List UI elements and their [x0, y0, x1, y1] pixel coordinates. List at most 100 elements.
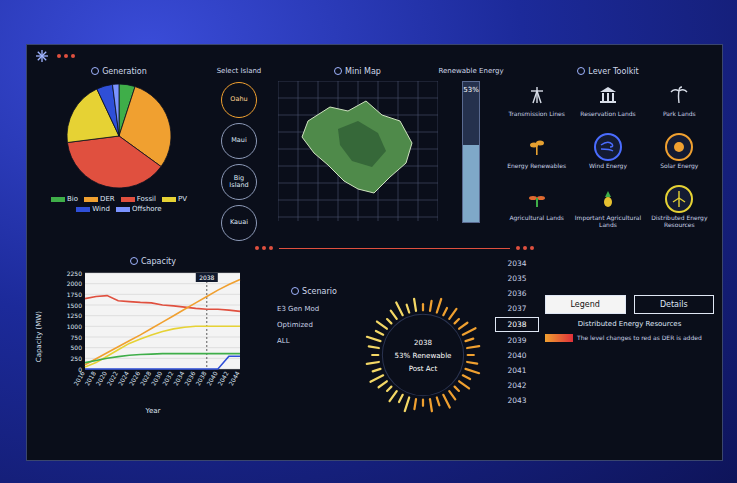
der-gradient — [545, 334, 573, 342]
series-line — [85, 279, 240, 364]
lever-ring — [594, 133, 622, 161]
lever-label: Important Agricultural Lands — [574, 215, 642, 229]
generation-legend: BioDERFossilPVWindOffshore — [35, 195, 203, 213]
y-tick: 1750 — [67, 291, 82, 298]
lever-item[interactable]: Transmission Lines — [502, 81, 571, 131]
dial-plan: Post Act — [409, 364, 438, 373]
lever-label: Agricultural Lands — [509, 215, 563, 222]
lever-item[interactable]: Important Agricultural Lands — [573, 185, 642, 235]
toggle-button[interactable]: Details — [634, 295, 715, 314]
y-tick: 2250 — [67, 270, 82, 277]
snowflake-icon — [35, 49, 49, 63]
island-select-panel: Select Island Oahu Maui Big Island Kauai — [211, 65, 267, 241]
renewable-reading: 53% — [463, 86, 479, 94]
pineapple-icon — [598, 189, 618, 209]
renewable-panel: Renewable Energy53% — [448, 65, 494, 241]
bottom-row: CapacityCapacity (MW)2250200017501500125… — [35, 255, 714, 454]
lever-label: Transmission Lines — [509, 111, 565, 118]
dial-ring[interactable]: 203853% RenewablePost Act — [360, 292, 486, 418]
y-tick: 1500 — [67, 302, 82, 309]
minimap-panel: Mini Map — [275, 65, 440, 241]
lever-label: Park Lands — [663, 111, 696, 118]
divider-dots — [255, 246, 273, 250]
capacity-plot: 2250200017501500125010007505002500201620… — [45, 267, 245, 407]
generation-panel: GenerationBioDERFossilPVWindOffshore — [35, 65, 203, 241]
lever-item[interactable]: Wind Energy — [573, 133, 642, 183]
lever-item[interactable]: Park Lands — [645, 81, 714, 131]
year-item[interactable]: 2040 — [495, 349, 539, 362]
renewable-meter: 53% — [462, 81, 480, 223]
panel-title: Mini Map — [334, 65, 381, 77]
generation-pie — [64, 81, 174, 191]
legend-item: Bio — [51, 195, 78, 203]
lever-item[interactable]: Agricultural Lands — [502, 185, 571, 235]
y-tick: 250 — [71, 355, 83, 362]
scenario-item[interactable]: ALL — [277, 337, 351, 345]
island-button[interactable]: Maui — [221, 123, 257, 159]
plant-icon — [527, 137, 547, 157]
wind-icon — [598, 137, 618, 157]
lever-item[interactable]: Distributed Energy Resources — [645, 185, 714, 235]
y-axis-label: Capacity (MW) — [35, 311, 43, 362]
der-title: Distributed Energy Resources — [545, 320, 714, 328]
renewable-fill — [463, 145, 479, 222]
capacity-chart: Capacity (MW)225020001750150012501000750… — [35, 267, 271, 407]
series-line — [85, 354, 240, 363]
legend-item: PV — [162, 195, 187, 203]
panel-title: Renewable Energy — [438, 65, 503, 77]
y-tick: 750 — [71, 334, 83, 341]
series-line — [85, 356, 240, 369]
kiosk-backdrop: GenerationBioDERFossilPVWindOffshoreSele… — [0, 0, 737, 483]
lever-ring — [523, 133, 551, 161]
lever-ring — [665, 185, 693, 213]
legend-item: Offshore — [116, 205, 162, 213]
island-button[interactable]: Oahu — [221, 82, 257, 118]
year-item[interactable]: 2034 — [495, 257, 539, 270]
year-item[interactable]: 2035 — [495, 272, 539, 285]
sun-icon — [669, 137, 689, 157]
lever-ring — [523, 81, 551, 109]
scenario-item[interactable]: Optimized — [277, 321, 351, 329]
toggle-button[interactable]: Legend — [545, 295, 626, 314]
pie-slice[interactable] — [112, 84, 119, 136]
x-axis-label: Year — [35, 407, 271, 415]
year-item[interactable]: 2041 — [495, 364, 539, 377]
y-tick: 1000 — [67, 323, 82, 330]
series-line — [85, 296, 240, 312]
pie-slice[interactable] — [67, 136, 161, 188]
island-button[interactable]: Kauai — [221, 205, 257, 241]
der-legend: The level changes to red as DER is added — [545, 334, 714, 342]
year-item[interactable]: 2038 — [495, 317, 539, 332]
year-item[interactable]: 2039 — [495, 334, 539, 347]
year-dial: 203853% RenewablePost Act — [357, 255, 489, 454]
y-tick: 1250 — [67, 312, 82, 319]
turbine-icon — [669, 189, 689, 209]
lever-item[interactable]: Reservation Lands — [573, 81, 642, 131]
year-item[interactable]: 2036 — [495, 287, 539, 300]
panel-title: Select Island — [217, 65, 262, 77]
lever-ring — [594, 81, 622, 109]
button-row: Legend Details — [545, 295, 714, 314]
year-item[interactable]: 2043 — [495, 394, 539, 407]
lever-ring — [523, 185, 551, 213]
dial-share: 53% Renewable — [395, 351, 452, 360]
lever-label: Energy Renewables — [507, 163, 566, 170]
island-button[interactable]: Big Island — [221, 164, 257, 200]
legend-item: DER — [84, 195, 115, 203]
lever-ring — [665, 133, 693, 161]
divider — [35, 243, 714, 253]
scenario-panel: ScenarioE3 Gen ModOptimizedALL — [277, 255, 351, 454]
island-shape — [302, 101, 412, 193]
year-item[interactable]: 2042 — [495, 379, 539, 392]
sprout-icon — [527, 189, 547, 209]
lever-item[interactable]: Energy Renewables — [502, 133, 571, 183]
island-map[interactable] — [278, 81, 438, 221]
palm-icon — [669, 85, 689, 105]
pie-slice[interactable] — [97, 84, 119, 136]
scenario-item[interactable]: E3 Gen Mod — [277, 305, 351, 313]
lever-item[interactable]: Solar Energy — [645, 133, 714, 183]
capacity-panel: CapacityCapacity (MW)2250200017501500125… — [35, 255, 271, 454]
top-row: GenerationBioDERFossilPVWindOffshoreSele… — [35, 65, 714, 241]
year-item[interactable]: 2037 — [495, 302, 539, 315]
divider-dots — [516, 246, 534, 250]
